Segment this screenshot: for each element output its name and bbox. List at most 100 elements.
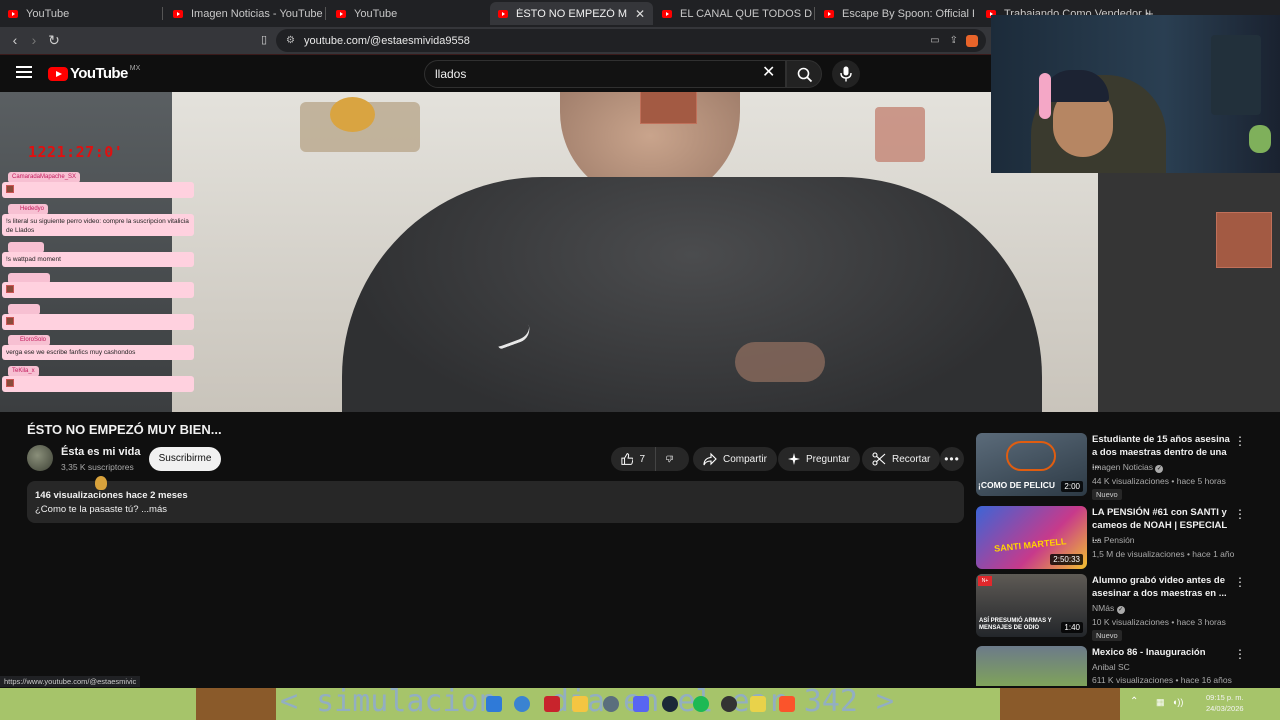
ask-button[interactable]: Preguntar (778, 447, 860, 471)
system-clock[interactable]: 09:15 p. m. 24/03/2026 (1206, 692, 1244, 714)
youtube-favicon-icon (336, 9, 346, 18)
verified-icon: ✓ (1155, 465, 1164, 473)
file-explorer-icon[interactable] (572, 696, 588, 712)
scissors-icon (872, 452, 886, 466)
search-input[interactable]: llados (424, 60, 786, 88)
more-vertical-icon[interactable]: ⋮ (1234, 435, 1246, 447)
chat-message (2, 376, 194, 392)
recommended-meta: 611 K visualizaciones • hace 16 años (1092, 675, 1232, 685)
browser-tab[interactable]: EL CANAL QUE TODOS DEBERIAMOS (654, 2, 812, 25)
share-icon[interactable]: ⇪ (950, 35, 958, 46)
site-info-icon[interactable]: ⚙ (286, 35, 296, 46)
thumbs-up-icon (621, 453, 634, 465)
video-thumbnail[interactable]: ¡COMO DE PELICU 2:00 (976, 433, 1087, 496)
subscribe-button[interactable]: Suscribirme (149, 447, 221, 471)
chat-message: !s literal su siguiente perro video: com… (2, 214, 194, 236)
forward-icon[interactable]: › (24, 30, 44, 50)
alien-figure (1249, 125, 1271, 153)
voice-search-button[interactable] (832, 60, 860, 88)
youtube-favicon-icon (8, 9, 18, 18)
youtube-play-icon (48, 66, 68, 81)
address-bar[interactable]: ⚙ youtube.com/@estaesmivida9558 ▭ ⇪ (276, 29, 986, 52)
more-vertical-icon[interactable]: ⋮ (1234, 648, 1246, 660)
search-icon (797, 67, 813, 83)
webcam-overlay (991, 15, 1280, 173)
emote-overlay (1216, 212, 1272, 268)
back-icon[interactable]: ‹ (5, 30, 25, 50)
emote-overlay (640, 92, 697, 124)
status-bar-url: https://www.youtube.com/@estaesmivic (0, 676, 141, 687)
recommended-channel[interactable]: Imagen Noticias ✓ (1092, 462, 1164, 473)
chat-message: verga ese we escribe fanfics muy cashond… (2, 345, 194, 360)
clear-search-icon[interactable]: ✕ (762, 64, 775, 82)
youtube-favicon-icon (173, 9, 183, 18)
more-vertical-icon[interactable]: ⋮ (1234, 576, 1246, 588)
recommended-video[interactable]: Mexico 86 - Inauguración Anibal SC 611 K… (976, 646, 1272, 686)
spotify-icon[interactable] (693, 696, 709, 712)
more-actions-button[interactable]: ••• (940, 447, 964, 471)
player-side-area (1098, 173, 1280, 412)
brave-shield-icon[interactable] (966, 34, 978, 47)
browser-tab-active[interactable]: ÉSTO NO EMPEZÓ MUY BIEN...✕ (490, 2, 653, 25)
description-box[interactable]: 146 visualizaciones hace 2 meses ¿Como t… (27, 481, 964, 523)
cursor-overlay-icon (95, 476, 107, 490)
youtube-favicon-icon (824, 9, 834, 18)
like-button[interactable]: 7 (611, 447, 655, 471)
recommended-channel[interactable]: Anibal SC (1092, 662, 1130, 672)
chat-message (2, 314, 194, 330)
video-thumbnail[interactable] (976, 646, 1087, 686)
search-button[interactable] (786, 60, 822, 88)
verified-icon: ✓ (1116, 606, 1125, 614)
app-icon[interactable] (750, 696, 766, 712)
browser-tab[interactable]: YouTube (328, 2, 486, 25)
recommended-channel[interactable]: La Pensión (1092, 535, 1135, 545)
video-thumbnail[interactable]: N+ ASÍ PRESUMIÓ ARMAS Y MENSAJES DE ODIO… (976, 574, 1087, 637)
browser-tab[interactable]: YouTube (0, 2, 160, 25)
app-icon[interactable] (544, 696, 560, 712)
recommended-meta: 44 K visualizaciones • hace 5 horas (1092, 476, 1226, 486)
chat-message (2, 182, 194, 198)
channel-avatar[interactable] (27, 445, 53, 471)
dislike-button[interactable] (655, 447, 689, 471)
edge-icon[interactable] (514, 696, 530, 712)
video-thumbnail[interactable]: SANTI MARTELL 2:50:33 (976, 506, 1087, 569)
app-icon[interactable] (603, 696, 619, 712)
reload-icon[interactable]: ↻ (44, 30, 64, 50)
bookmark-icon[interactable]: ▯ (254, 30, 274, 50)
new-badge: Nuevo (1092, 489, 1122, 500)
close-tab-icon[interactable]: ✕ (635, 7, 645, 21)
new-badge: Nuevo (1092, 630, 1122, 641)
youtube-logo[interactable]: YouTube MX (48, 65, 140, 82)
menu-icon[interactable] (16, 66, 32, 78)
volume-icon[interactable]: ◖)) (1172, 697, 1183, 707)
youtube-favicon-icon (662, 9, 672, 18)
steam-icon[interactable] (662, 696, 678, 712)
microphone-icon (840, 66, 852, 82)
obs-icon[interactable] (721, 696, 737, 712)
recommended-title[interactable]: Mexico 86 - Inauguración (1092, 646, 1232, 659)
clip-button[interactable]: Recortar (862, 447, 941, 471)
recommended-video[interactable]: ¡COMO DE PELICU 2:00 Estudiante de 15 añ… (976, 433, 1272, 500)
recommended-video[interactable]: N+ ASÍ PRESUMIÓ ARMAS Y MENSAJES DE ODIO… (976, 574, 1272, 641)
more-vertical-icon[interactable]: ⋮ (1234, 508, 1246, 520)
headset-icon (1039, 73, 1051, 119)
browser-tab[interactable]: Imagen Noticias - YouTube (165, 2, 323, 25)
chat-message: !s wattpad moment (2, 252, 194, 267)
recommended-video[interactable]: SANTI MARTELL 2:50:33 LA PENSIÓN #61 con… (976, 506, 1272, 570)
browser-tab[interactable]: Escape By Spoon: Official Reveal Trai (816, 2, 974, 25)
cast-icon[interactable]: ▭ (930, 35, 939, 46)
channel-name[interactable]: Ésta es mi vida (61, 446, 141, 458)
chat-message (2, 282, 194, 298)
network-icon[interactable]: ▦ (1156, 697, 1165, 708)
discord-icon[interactable] (633, 696, 649, 712)
recommended-channel[interactable]: NMás ✓ (1092, 603, 1125, 614)
subscriber-count: 3,35 K suscriptores (61, 462, 134, 472)
chevron-up-icon[interactable]: ⌃ (1130, 696, 1138, 707)
stream-timer: 1221:27:0' (28, 143, 124, 161)
recommended-title[interactable]: Alumno grabó video antes de asesinar a d… (1092, 574, 1232, 600)
windows-start-icon[interactable] (486, 696, 502, 712)
brave-icon[interactable] (779, 696, 795, 712)
share-arrow-icon (703, 452, 717, 466)
share-button[interactable]: Compartir (693, 447, 777, 471)
taskbar: < simulacion - dia en el ear 342 > ⌃ ▦ ◖… (0, 688, 1280, 720)
